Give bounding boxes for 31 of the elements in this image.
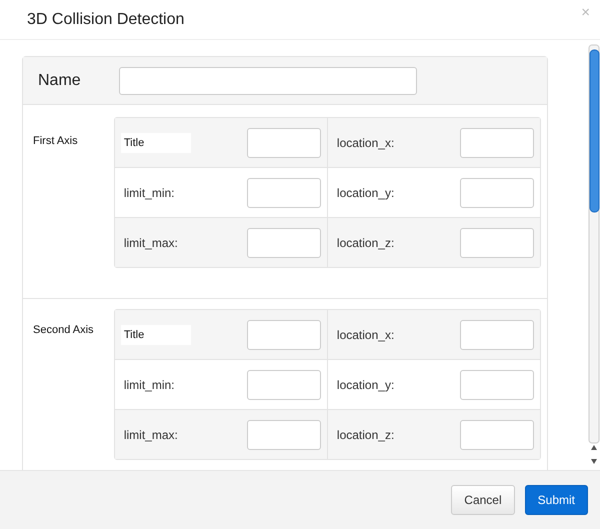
submit-button[interactable]: Submit: [524, 485, 588, 515]
input-field[interactable]: [246, 128, 321, 158]
input-field[interactable]: [460, 228, 534, 258]
field-label: location_y:: [336, 376, 396, 394]
field-label: location_x:: [336, 134, 396, 152]
input-field[interactable]: [460, 128, 534, 158]
dialog-title: 3D Collision Detection: [27, 10, 184, 28]
field-label: limit_max:: [122, 426, 179, 444]
input-field[interactable]: [246, 370, 321, 400]
name-field[interactable]: [119, 66, 417, 94]
field-label: location_y:: [336, 184, 396, 202]
input-field[interactable]: [246, 320, 321, 350]
input-field[interactable]: [460, 420, 534, 450]
axis-label: Second Axis: [32, 323, 95, 338]
input-field[interactable]: [460, 370, 534, 400]
input-field[interactable]: [460, 320, 534, 350]
field-label: location_z:: [336, 234, 396, 252]
field-label: location_z:: [336, 426, 396, 444]
field-label: Title: [120, 132, 191, 152]
input-field[interactable]: [460, 178, 534, 208]
field-label: limit_min:: [122, 376, 176, 394]
axis-label: First Axis: [32, 134, 79, 149]
input-field[interactable]: [246, 228, 321, 258]
field-label: limit_max:: [122, 234, 179, 252]
input-field[interactable]: [246, 420, 321, 450]
name-label: Name: [37, 72, 82, 90]
field-label: limit_min:: [122, 184, 176, 202]
cancel-button[interactable]: Cancel: [451, 485, 515, 515]
field-label: location_x:: [336, 326, 396, 344]
field-label: Title: [120, 324, 191, 344]
input-field[interactable]: [246, 178, 321, 208]
